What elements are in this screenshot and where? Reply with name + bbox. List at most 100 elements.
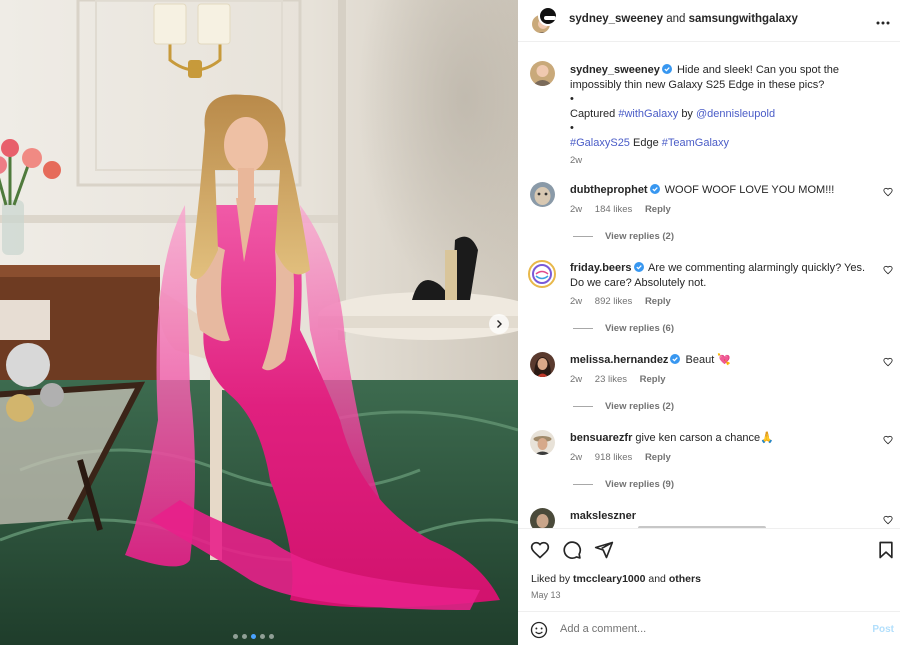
caption-edge: Edge xyxy=(633,136,659,149)
comment-time: 2w xyxy=(570,296,583,307)
hashtag-galaxys25[interactable]: #GalaxyS25 xyxy=(570,137,630,149)
more-horizontal-icon xyxy=(876,21,890,25)
view-replies-button[interactable]: View replies (2) xyxy=(573,231,674,242)
comment-likes[interactable]: 184 likes xyxy=(595,204,633,215)
view-replies-label: View replies (2) xyxy=(605,231,674,242)
comment-username[interactable]: melissa.hernandez xyxy=(570,354,668,366)
avatar-image xyxy=(536,514,549,528)
comment-body: bensuarezfr give ken carson a chance🙏 2w… xyxy=(570,431,882,465)
share-send-icon[interactable] xyxy=(594,540,614,560)
avatar-sydney[interactable] xyxy=(530,61,555,86)
avatar-image xyxy=(534,187,551,205)
view-replies-button[interactable]: View replies (9) xyxy=(573,479,674,490)
verified-badge-icon xyxy=(649,184,660,194)
author-link-sydney[interactable]: sydney_sweeney xyxy=(569,13,663,25)
emoji-icon[interactable] xyxy=(530,621,548,639)
collab-avatars[interactable] xyxy=(530,6,560,36)
avatar-image xyxy=(533,436,552,455)
more-options-button[interactable] xyxy=(876,12,890,28)
avatar-bensuarezfr[interactable] xyxy=(530,430,555,455)
view-replies-label: View replies (2) xyxy=(605,401,674,412)
comment-likes[interactable]: 23 likes xyxy=(595,374,627,385)
comment-body: friday.beers Are we commenting alarmingl… xyxy=(570,261,882,310)
caption-time: 2w xyxy=(570,155,583,166)
avatar-image xyxy=(532,65,553,86)
verified-badge-icon xyxy=(633,262,644,272)
view-replies-button[interactable]: View replies (2) xyxy=(573,401,674,412)
comments-list[interactable]: sydney_sweeney Hide and sleek! Can you s… xyxy=(518,43,900,528)
chevron-right-icon xyxy=(497,320,502,328)
caption-bullet: • xyxy=(570,122,574,134)
carousel-dot xyxy=(269,634,274,639)
post-photo[interactable] xyxy=(0,0,518,645)
comment-username[interactable]: maksleszner xyxy=(570,510,636,522)
verified-badge-icon xyxy=(670,354,681,364)
comment-body: melissa.hernandez Beaut 💘 2w 23 likes Re… xyxy=(570,353,882,387)
add-comment-bar: Post xyxy=(518,611,900,645)
comment-username[interactable]: dubtheprophet xyxy=(570,184,648,196)
avatar-image xyxy=(532,264,552,284)
comment-reply-button[interactable]: Reply xyxy=(640,374,666,385)
post-comment-button[interactable]: Post xyxy=(872,624,894,635)
author-link-samsung[interactable]: samsungwithgalaxy xyxy=(689,13,798,25)
caption-body: sydney_sweeney Hide and sleek! Can you s… xyxy=(570,63,882,169)
replies-divider xyxy=(573,236,593,237)
post-header: sydney_sweeney and samsungwithgalaxy xyxy=(518,0,900,42)
comment-input[interactable] xyxy=(560,621,850,637)
comment-text: Beaut 💘 xyxy=(685,354,732,366)
samsung-logo-icon xyxy=(544,16,556,20)
comment-reply-button[interactable]: Reply xyxy=(645,204,671,215)
comment-body: dubtheprophet WOOF WOOF LOVE YOU MOM!!! … xyxy=(570,183,882,217)
avatar-image xyxy=(534,357,551,377)
caption-captured: Captured xyxy=(570,107,616,120)
photo-scene xyxy=(0,0,518,645)
like-comment-heart-icon[interactable] xyxy=(883,265,893,275)
carousel-indicator xyxy=(233,634,274,639)
like-heart-icon[interactable] xyxy=(530,540,550,560)
replies-divider xyxy=(573,328,593,329)
avatar-fridaybeers[interactable] xyxy=(528,260,556,288)
view-replies-button[interactable]: View replies (6) xyxy=(573,323,674,334)
save-bookmark-icon[interactable] xyxy=(876,540,896,560)
avatar-maksleszner[interactable] xyxy=(530,508,555,528)
liked-by-user[interactable]: tmccleary1000 xyxy=(573,573,645,585)
liked-by-others[interactable]: others xyxy=(669,573,701,585)
comment-likes[interactable]: 918 likes xyxy=(595,452,633,463)
post-actions: Liked by tmccleary1000 and others May 13 xyxy=(518,528,900,610)
carousel-next-button[interactable] xyxy=(489,314,509,334)
hashtag-withgalaxy[interactable]: #withGalaxy xyxy=(618,108,678,120)
liked-by-and: and xyxy=(648,573,666,585)
like-comment-heart-icon[interactable] xyxy=(883,187,893,197)
comment-reply-button[interactable]: Reply xyxy=(645,452,671,463)
mention-dennisleupold[interactable]: @dennisleupold xyxy=(696,108,775,120)
caption-bullet: • xyxy=(570,93,574,105)
comment-likes[interactable]: 892 likes xyxy=(595,296,633,307)
comment-username[interactable]: bensuarezfr xyxy=(570,432,632,444)
like-comment-heart-icon[interactable] xyxy=(883,435,893,445)
comment-time: 2w xyxy=(570,451,583,463)
replies-divider xyxy=(573,484,593,485)
comment-icon[interactable] xyxy=(562,540,582,560)
liked-by-prefix: Liked by xyxy=(531,573,571,585)
caption-by: by xyxy=(681,107,693,120)
avatar-melissahernandez[interactable] xyxy=(530,352,555,377)
post-authors: sydney_sweeney and samsungwithgalaxy xyxy=(569,13,798,25)
post-date[interactable]: May 13 xyxy=(531,590,561,600)
comment-time: 2w xyxy=(570,203,583,215)
avatar-samsung[interactable] xyxy=(538,6,558,26)
replies-divider xyxy=(573,406,593,407)
comment-body: maksleszner xyxy=(570,509,882,524)
like-comment-heart-icon[interactable] xyxy=(883,515,893,525)
comment-time: 2w xyxy=(570,373,583,385)
comment-username[interactable]: friday.beers xyxy=(570,262,632,274)
authors-and: and xyxy=(666,13,686,25)
hashtag-teamgalaxy[interactable]: #TeamGalaxy xyxy=(662,137,729,149)
carousel-dot xyxy=(233,634,238,639)
like-comment-heart-icon[interactable] xyxy=(883,357,893,367)
carousel-dot xyxy=(260,634,265,639)
caption-username[interactable]: sydney_sweeney xyxy=(570,64,660,76)
carousel-dot xyxy=(242,634,247,639)
comment-reply-button[interactable]: Reply xyxy=(645,296,671,307)
comment-text: give ken carson a chance🙏 xyxy=(635,432,774,444)
avatar-dubtheprophet[interactable] xyxy=(530,182,555,207)
